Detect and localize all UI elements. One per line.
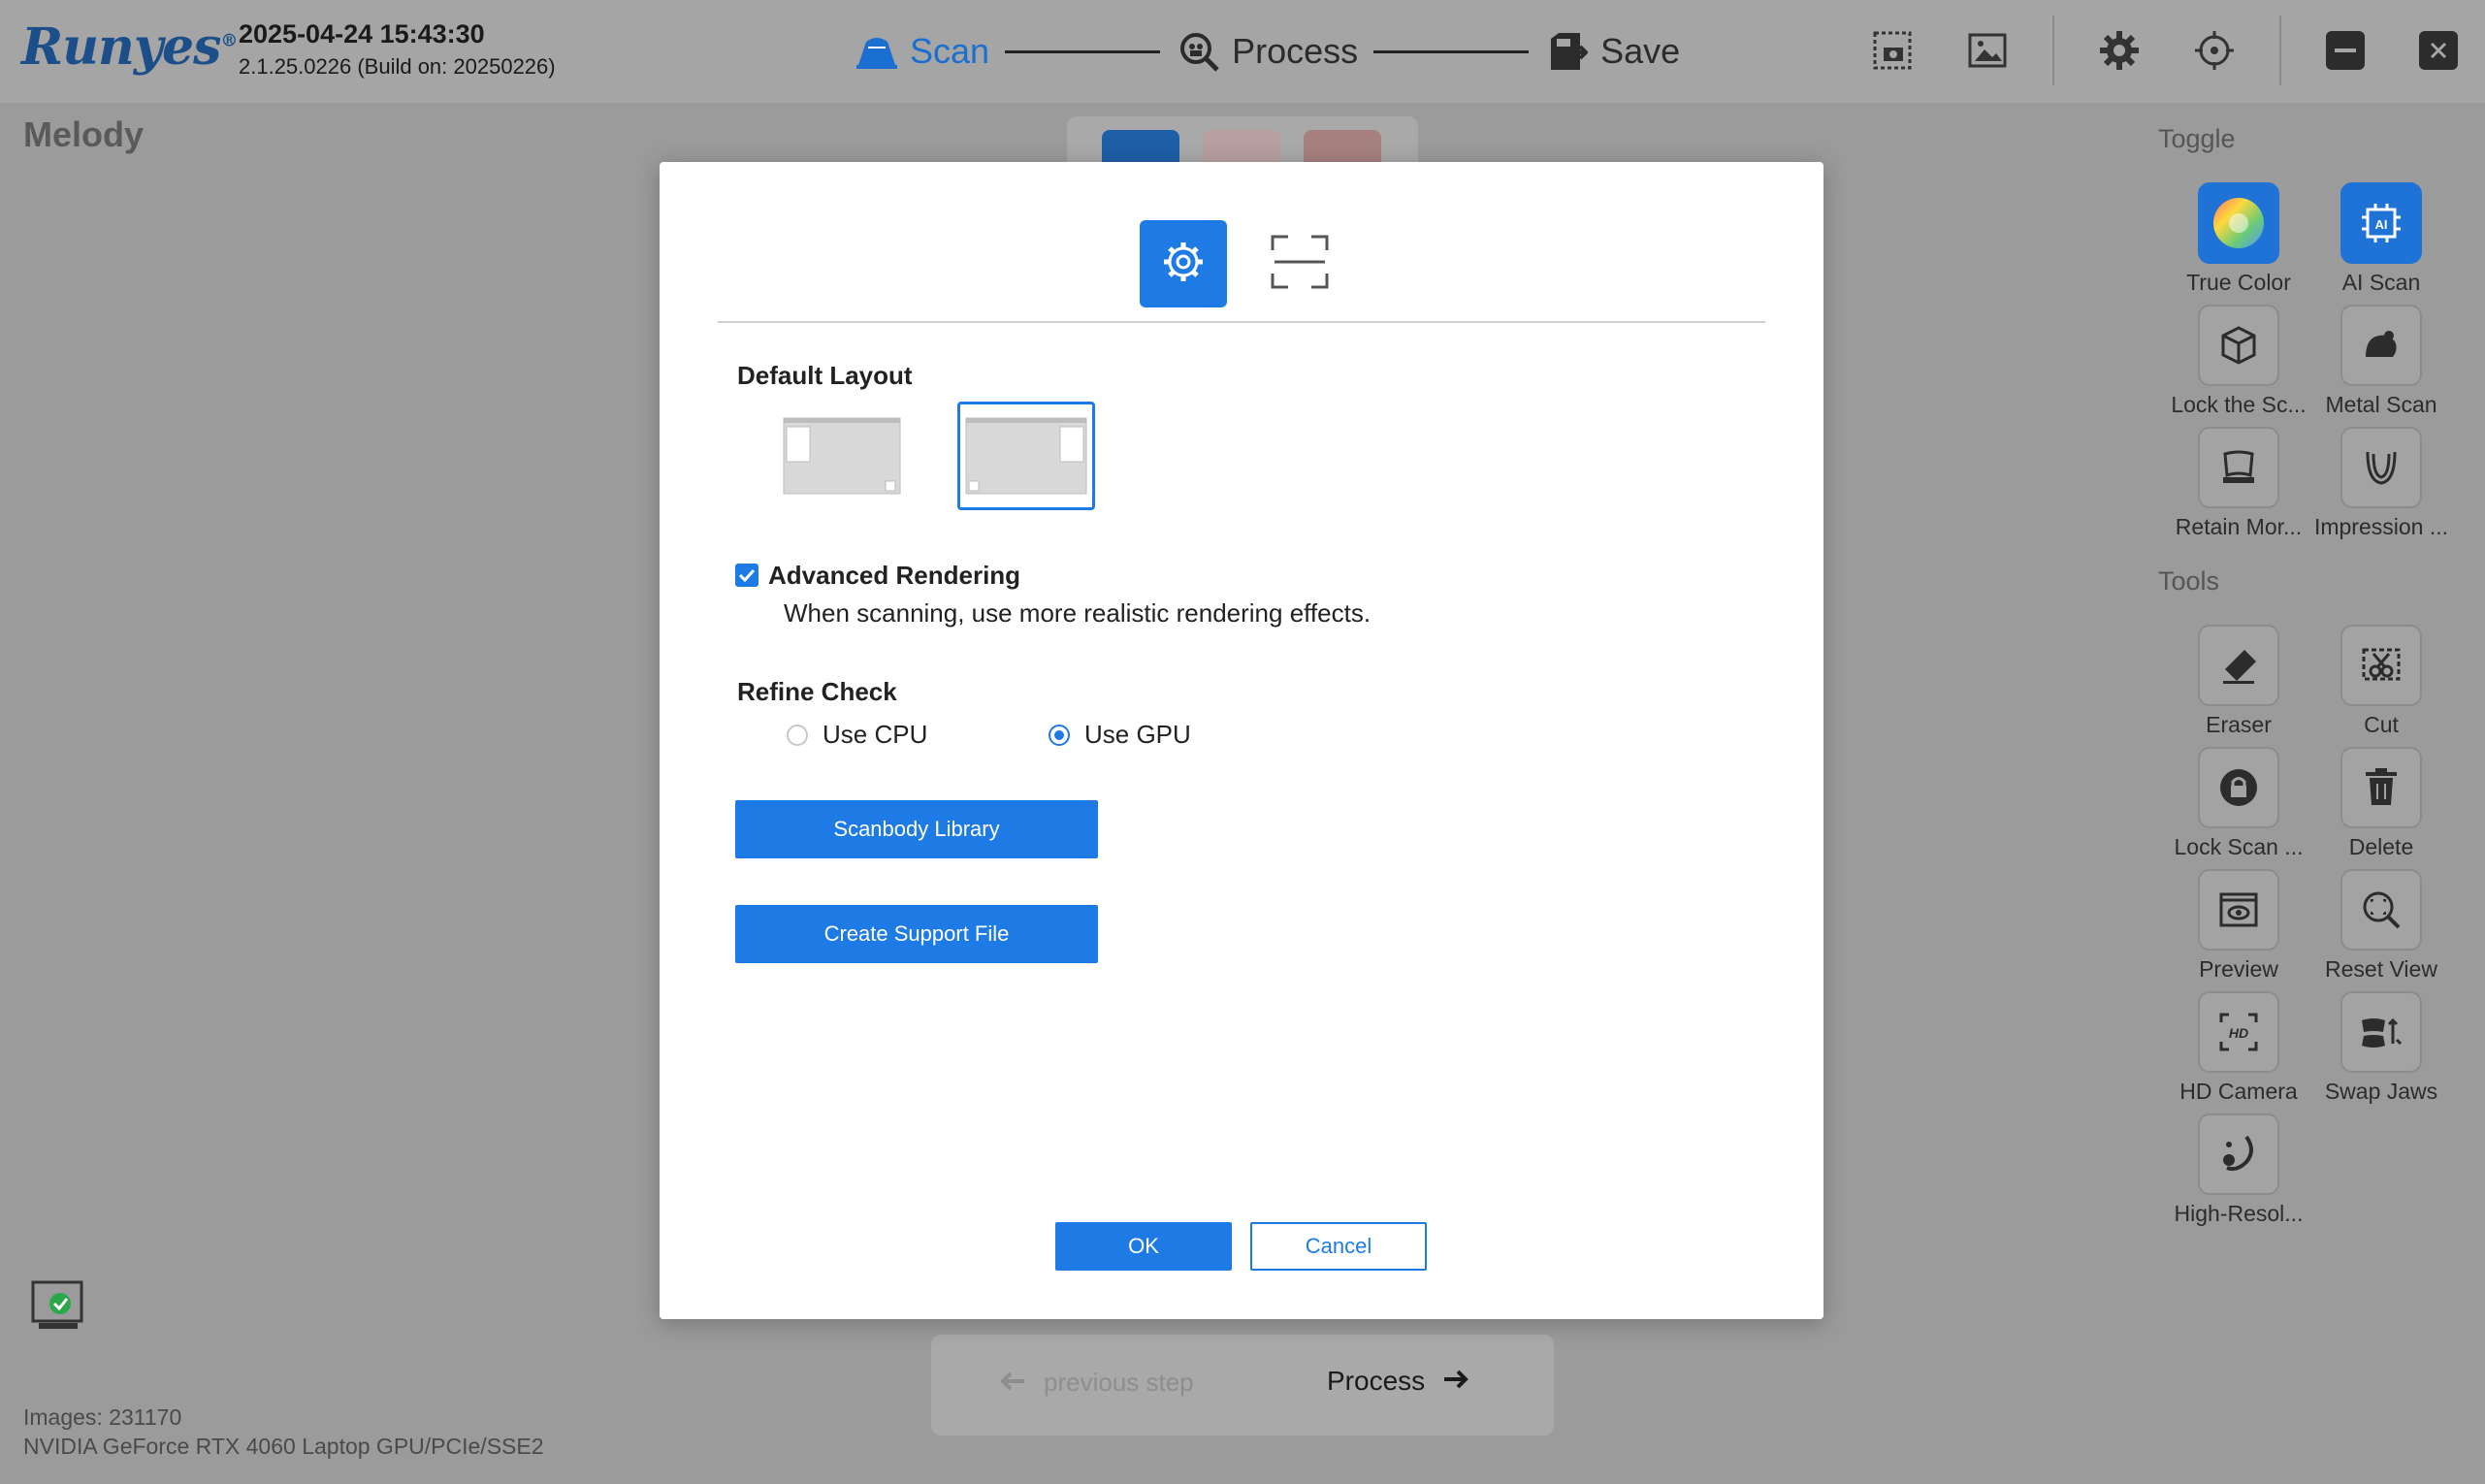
- toolbar-divider: [2052, 16, 2054, 85]
- advanced-rendering-label[interactable]: Advanced Rendering: [768, 561, 1020, 591]
- step-connector: [1005, 49, 1161, 53]
- create-support-file-button[interactable]: Create Support File: [735, 905, 1098, 963]
- toggle-section-title: Toggle: [2158, 124, 2236, 153]
- patient-name: Melody: [23, 114, 145, 154]
- layout-option-left-panel[interactable]: [773, 402, 911, 510]
- tool-swap-jaws[interactable]: Swap Jaws: [2308, 991, 2454, 1105]
- gear-icon: [1158, 237, 1209, 292]
- cut-icon: [2340, 625, 2422, 706]
- tab-general-settings[interactable]: [1140, 220, 1227, 307]
- settings-dialog: Default Layout Advanced Rendering When s…: [660, 162, 1823, 1319]
- eraser-icon: [2198, 625, 2279, 706]
- right-panel: Toggle True Color AI AI Scan Lock the Sc…: [2134, 103, 2485, 1484]
- toggle-ai-scan[interactable]: AI AI Scan: [2308, 182, 2454, 296]
- scanbody-library-button[interactable]: Scanbody Library: [735, 800, 1098, 858]
- brand-logo: Runyes®: [21, 17, 238, 77]
- metal-icon: [2340, 305, 2422, 386]
- device-connected-icon[interactable]: [29, 1278, 87, 1337]
- use-gpu-radio[interactable]: [1049, 725, 1070, 746]
- use-cpu-radio[interactable]: [787, 725, 808, 746]
- previous-step-button[interactable]: previous step: [999, 1368, 1194, 1398]
- step-scan[interactable]: Scan: [854, 28, 989, 75]
- step-connector: [1373, 49, 1530, 53]
- tool-reset-view[interactable]: Reset View: [2308, 869, 2454, 983]
- toggle-lock-scan[interactable]: Lock the Sc...: [2166, 305, 2311, 418]
- impression-icon: [2340, 427, 2422, 508]
- use-gpu-label[interactable]: Use GPU: [1084, 720, 1191, 750]
- arrow-left-icon: [999, 1368, 1026, 1398]
- tool-eraser[interactable]: Eraser: [2166, 625, 2311, 738]
- ok-button[interactable]: OK: [1055, 1222, 1232, 1271]
- toggle-retain-more[interactable]: Retain Mor...: [2166, 427, 2311, 540]
- refine-check-label: Refine Check: [737, 677, 897, 706]
- cube-icon: [2198, 305, 2279, 386]
- magnifier-icon: [1176, 28, 1222, 75]
- hd-camera-icon: HD: [2198, 991, 2279, 1073]
- high-res-icon: [2198, 1113, 2279, 1195]
- svg-text:HD: HD: [2229, 1025, 2248, 1041]
- bottom-navigation: previous step Process: [931, 1335, 1554, 1436]
- datetime: 2025-04-24 15:43:30: [239, 19, 485, 48]
- tool-delete[interactable]: Delete: [2308, 747, 2454, 860]
- toggle-true-color[interactable]: True Color: [2166, 182, 2311, 296]
- tab-fullscreen-settings[interactable]: [1256, 220, 1343, 307]
- svg-text:AI: AI: [2375, 217, 2388, 232]
- tool-high-resolution[interactable]: High-Resol...: [2166, 1113, 2311, 1227]
- workflow-steps: Scan Process Save: [854, 25, 1680, 78]
- tool-hd-camera[interactable]: HD HD Camera: [2166, 991, 2311, 1105]
- cancel-button[interactable]: Cancel: [1250, 1222, 1427, 1271]
- step-process[interactable]: Process: [1176, 28, 1358, 75]
- settings-icon[interactable]: [2091, 22, 2147, 79]
- color-wheel-icon: [2198, 182, 2279, 264]
- minimize-icon[interactable]: [2326, 31, 2365, 70]
- toggle-impression[interactable]: Impression ...: [2308, 427, 2454, 540]
- calibrate-icon[interactable]: [2186, 22, 2243, 79]
- top-bar: Runyes® 2025-04-24 15:43:30 2.1.25.0226 …: [0, 0, 2485, 103]
- tool-lock-scan[interactable]: Lock Scan ...: [2166, 747, 2311, 860]
- toolbar-divider: [2279, 16, 2281, 85]
- fullscreen-icon: [1271, 235, 1329, 294]
- tool-cut[interactable]: Cut: [2308, 625, 2454, 738]
- close-icon[interactable]: [2419, 31, 2458, 70]
- step-save[interactable]: Save: [1544, 28, 1680, 75]
- swap-jaws-icon: [2340, 991, 2422, 1073]
- lock-icon: [2198, 747, 2279, 828]
- default-layout-label: Default Layout: [737, 361, 913, 390]
- tooth-retain-icon: [2198, 427, 2279, 508]
- gallery-icon[interactable]: [1959, 22, 2016, 79]
- images-count: Images: 231170: [23, 1404, 182, 1430]
- version-info: 2.1.25.0226 (Build on: 20250226): [239, 54, 556, 79]
- gpu-info: NVIDIA GeForce RTX 4060 Laptop GPU/PCIe/…: [23, 1434, 544, 1459]
- advanced-rendering-checkbox[interactable]: [735, 564, 758, 587]
- use-cpu-label[interactable]: Use CPU: [823, 720, 927, 750]
- layout-option-right-panel[interactable]: [957, 402, 1095, 510]
- advanced-rendering-description: When scanning, use more realistic render…: [784, 598, 1372, 628]
- dialog-divider: [718, 321, 1765, 323]
- reset-view-icon: [2340, 869, 2422, 951]
- process-next-button[interactable]: Process: [1327, 1366, 1469, 1397]
- toolbar: [1845, 16, 2485, 85]
- tools-section-title: Tools: [2158, 566, 2220, 596]
- ai-chip-icon: AI: [2340, 182, 2422, 264]
- tool-preview[interactable]: Preview: [2166, 869, 2311, 983]
- save-icon: [1544, 28, 1591, 75]
- scanner-icon: [854, 28, 900, 75]
- preview-icon: [2198, 869, 2279, 951]
- screenshot-icon[interactable]: [1864, 22, 1920, 79]
- toggle-metal-scan[interactable]: Metal Scan: [2308, 305, 2454, 418]
- dialog-tabs: [1140, 220, 1372, 307]
- arrow-right-icon: [1442, 1366, 1469, 1397]
- trash-icon: [2340, 747, 2422, 828]
